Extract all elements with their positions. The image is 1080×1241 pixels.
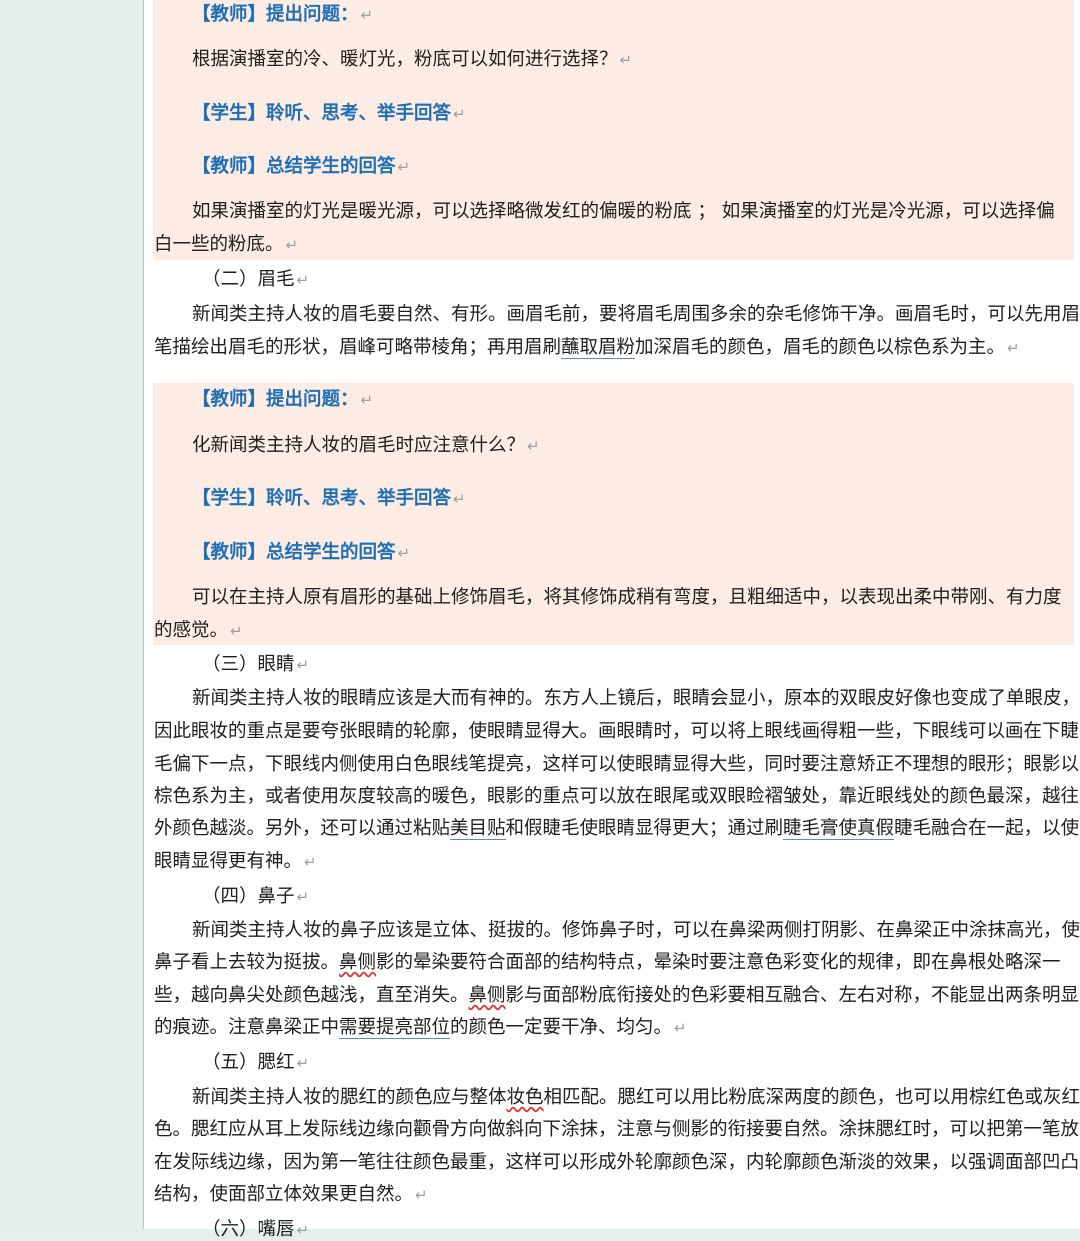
eyes-para-line-2[interactable]: 因此眼妆的重点是要夸张眼睛的轮廓，使眼睛显得大。画眼睛时，可以将上眼线画得粗一些… <box>154 721 1079 743</box>
heading-eyes[interactable]: （三）眼睛 ↵ <box>154 654 1080 676</box>
heading-eyebrows[interactable]: （二）眉毛 ↵ <box>154 269 1080 291</box>
heading-nose[interactable]: （四）鼻子 ↵ <box>154 886 1080 908</box>
nose-para-line-3[interactable]: 些，越向鼻尖处颜色越浅，直至消失。鼻侧影与面部粉底衔接处的色彩要相互融合、左右对… <box>154 985 1079 1007</box>
question-text[interactable]: 根据演播室的冷、暖灯光，粉底可以如何进行选择？ ↵ <box>154 49 1080 71</box>
heading-lips[interactable]: （六）嘴唇 ↵ <box>154 1219 1080 1241</box>
blush-para-line-2[interactable]: 色。腮红应从耳上发际线边缘向颧骨方向做斜向下涂抹，注意与侧影的衔接要自然。涂抹腮… <box>154 1119 1079 1141</box>
eyes-para-line-3[interactable]: 毛偏下一点，下眼线内侧使用白色眼线笔提亮，这样可以使眼睛显得大些，同时要注意矫正… <box>154 754 1079 776</box>
blush-para-line-4[interactable]: 结构，使面部立体效果更自然。 ↵ <box>154 1184 1074 1206</box>
nose-para-line-4[interactable]: 的痕迹。注意鼻梁正中需要提亮部位的颜色一定要干净、均匀。 ↵ <box>154 1017 1074 1039</box>
eyes-para-line-5[interactable]: 外颜色越淡。另外，还可以通过粘贴美目贴和假睫毛使眼睛显得更大；通过刷睫毛膏使真假… <box>154 818 1079 840</box>
eyebrow-para-line-2[interactable]: 笔描绘出眉毛的形状，眉峰可略带棱角；再用眉刷蘸取眉粉加深眉毛的颜色，眉毛的颜色以… <box>154 337 1074 359</box>
answer-line-2[interactable]: 的感觉。 ↵ <box>154 620 1074 642</box>
student-response-label[interactable]: 【学生】聆听、思考、举手回答 ↵ <box>154 103 1080 125</box>
document-page[interactable]: 【教师】提出问题： ↵ 根据演播室的冷、暖灯光，粉底可以如何进行选择？ ↵ 【学生】… <box>144 0 1080 1240</box>
teacher-question-label[interactable]: 【教师】提出问题： ↵ <box>154 389 1080 411</box>
eyes-para-line-1[interactable]: 新闻类主持人妆的眼睛应该是大而有神的。东方人上镜后，眼睛会显小，原本的双眼皮好像… <box>154 688 1080 710</box>
answer-line-1[interactable]: 如果演播室的灯光是暖光源，可以选择略微发红的偏暖的粉底 ； 如果演播室的灯光是冷… <box>154 201 1080 223</box>
left-margin-area <box>0 0 143 1229</box>
eyes-para-line-6[interactable]: 眼睛显得更有神。 ↵ <box>154 851 1074 873</box>
blush-para-line-3[interactable]: 在发际线边缘，因为第一笔往往颜色最重，这样可以形成外轮廓颜色深，内轮廓颜色渐淡的… <box>154 1152 1079 1174</box>
teacher-question-label[interactable]: 【教师】提出问题： ↵ <box>154 4 1080 26</box>
blush-para-line-1[interactable]: 新闻类主持人妆的腮红的颜色应与整体妆色相匹配。腮红可以用比粉底深两度的颜色，也可… <box>154 1087 1080 1109</box>
eyebrow-para-line-1[interactable]: 新闻类主持人妆的眉毛要自然、有形。画眉毛前，要将眉毛周围多余的杂毛修饰干净。画眉… <box>154 304 1080 326</box>
nose-para-line-1[interactable]: 新闻类主持人妆的鼻子应该是立体、挺拔的。修饰鼻子时，可以在鼻梁两侧打阴影、在鼻梁… <box>154 920 1080 942</box>
student-response-label[interactable]: 【学生】聆听、思考、举手回答 ↵ <box>154 488 1080 510</box>
nose-para-line-2[interactable]: 鼻子看上去较为挺拔。鼻侧影的晕染要符合面部的结构特点，晕染时要注意色彩变化的规律… <box>154 952 1074 974</box>
teacher-summary-label[interactable]: 【教师】总结学生的回答 ↵ <box>154 156 1080 178</box>
question-text[interactable]: 化新闻类主持人妆的眉毛时应注意什么？ ↵ <box>154 435 1080 457</box>
heading-blush[interactable]: （五）腮红 ↵ <box>154 1052 1080 1074</box>
answer-line-2[interactable]: 白一些的粉底。 ↵ <box>154 234 1074 256</box>
eyes-para-line-4[interactable]: 棕色系为主，或者使用灰度较高的暖色，眼影的重点可以放在眼尾或双眼睑褶皱处，靠近眼… <box>154 786 1079 808</box>
teacher-summary-label[interactable]: 【教师】总结学生的回答 ↵ <box>154 542 1080 564</box>
answer-line-1[interactable]: 可以在主持人原有眉形的基础上修饰眉毛，将其修饰成稍有弯度，且粗细适中，以表现出柔… <box>154 587 1080 609</box>
